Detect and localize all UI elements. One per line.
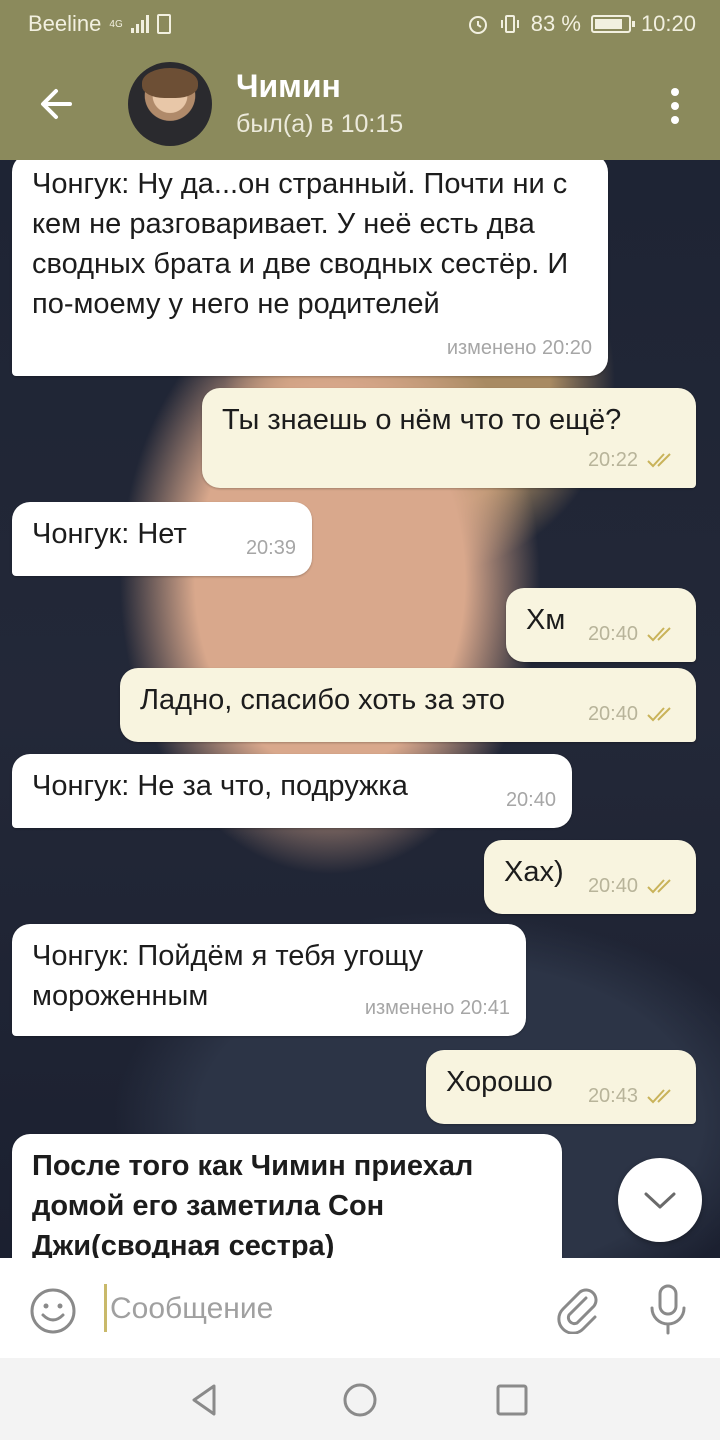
double-check-icon: [647, 453, 671, 468]
message-meta: 20:40: [588, 694, 680, 734]
message-text: Ты знаешь о нём что то ещё?: [222, 404, 622, 436]
message-meta: 20:43: [588, 1076, 680, 1116]
message-bubble-outgoing[interactable]: Ладно, спасибо хоть за это 20:40: [120, 668, 696, 742]
message-meta: 20:22: [588, 440, 680, 480]
alarm-icon: [468, 16, 487, 34]
battery-percent: 83 %: [530, 11, 581, 36]
battery-icon: [590, 15, 635, 33]
message-bubble-incoming[interactable]: Чонгук: Не за что, подружка 20:40: [12, 754, 572, 828]
double-check-icon: [647, 707, 671, 722]
message-composer: [0, 1258, 720, 1358]
message-bubble-outgoing[interactable]: Ты знаешь о нём что то ещё? 20:22: [202, 388, 696, 488]
status-bar: Beeline 4G 83 % 10:20: [0, 0, 720, 48]
message-bubble-outgoing[interactable]: Хах) 20:40: [484, 840, 696, 914]
text-caret: [104, 1284, 107, 1332]
scroll-down-button[interactable]: [618, 1158, 702, 1242]
triangle-back-icon[interactable]: [184, 1380, 224, 1420]
square-recents-icon[interactable]: [492, 1380, 532, 1420]
message-bubble-outgoing[interactable]: Хорошо 20:43: [426, 1050, 696, 1124]
microphone-icon[interactable]: [644, 1282, 692, 1336]
carrier-label: Beeline: [28, 11, 102, 36]
message-bubble-incoming[interactable]: Чонгук: Пойдём я тебя угощу мороженным и…: [12, 924, 526, 1036]
message-bubble-incoming[interactable]: После того как Чимин приехал домой его з…: [12, 1134, 562, 1258]
message-text: Чонгук: Не за что, подружка: [32, 770, 408, 802]
message-text: После того как Чимин приехал домой его з…: [32, 1150, 474, 1258]
paperclip-icon[interactable]: [552, 1284, 602, 1334]
message-meta: 20:40: [588, 614, 680, 654]
sim-icon: [156, 14, 171, 34]
signal-icon: [130, 15, 149, 33]
message-text: Чонгук: Ну да...он странный. Почти ни с …: [32, 168, 569, 320]
message-meta: изменено 20:41: [364, 997, 510, 1019]
contact-name[interactable]: Чимин: [236, 68, 341, 105]
message-meta: 20:39: [245, 537, 296, 559]
avatar[interactable]: [128, 62, 212, 146]
message-meta: 20:40: [588, 866, 680, 906]
message-bubble-incoming[interactable]: Чонгук: Нет 20:39: [12, 502, 312, 576]
chat-area[interactable]: Чонгук: Ну да...он странный. Почти ни с …: [0, 160, 720, 1258]
more-vert-icon[interactable]: [660, 84, 690, 128]
last-seen-status: был(а) в 10:15: [236, 110, 404, 138]
clock: 10:20: [640, 11, 696, 36]
message-bubble-outgoing[interactable]: Хм 20:40: [506, 588, 696, 662]
chat-header: Чимин был(а) в 10:15: [0, 48, 720, 160]
chevron-down-icon: [644, 1192, 676, 1209]
network-type-label: 4G: [109, 18, 123, 30]
vibrate-icon: [500, 15, 519, 33]
message-meta: изменено 20:20: [446, 337, 592, 359]
smiley-icon[interactable]: [28, 1286, 78, 1336]
message-meta: 20:40: [505, 789, 556, 811]
system-navigation-bar: [0, 1358, 720, 1440]
double-check-icon: [647, 1089, 671, 1104]
double-check-icon: [647, 627, 671, 642]
double-check-icon: [647, 879, 671, 894]
message-input[interactable]: [108, 1278, 532, 1340]
arrow-left-icon[interactable]: [30, 78, 82, 130]
circle-home-icon[interactable]: [340, 1380, 380, 1420]
message-bubble-incoming[interactable]: Чонгук: Ну да...он странный. Почти ни с …: [12, 160, 608, 376]
